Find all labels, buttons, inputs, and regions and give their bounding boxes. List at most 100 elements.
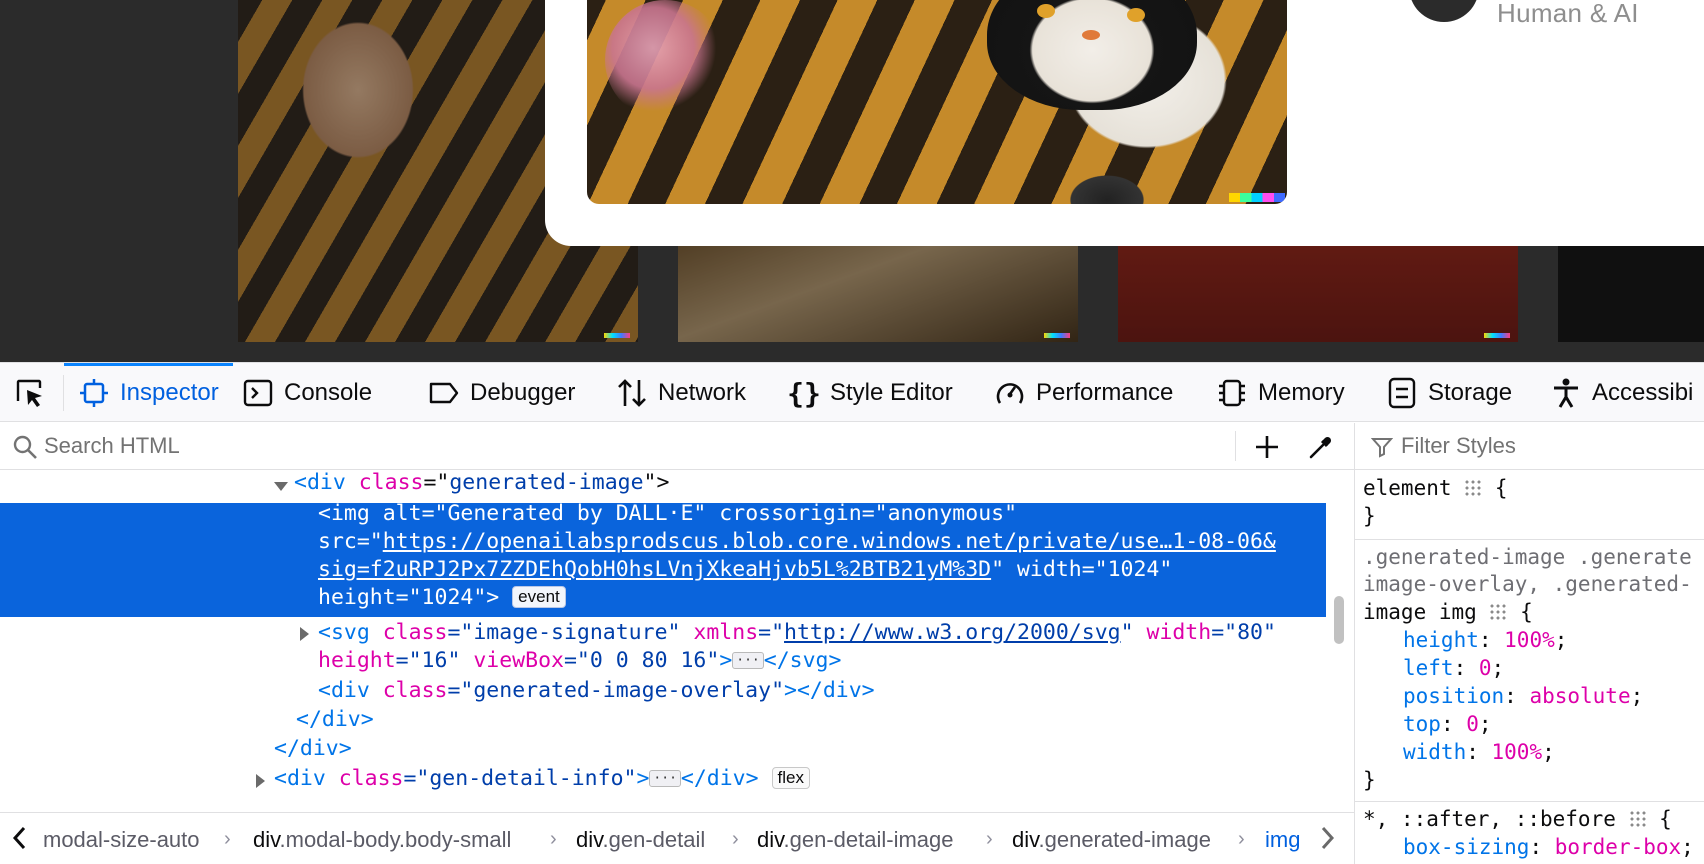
tab-memory[interactable]: Memory bbox=[1216, 363, 1345, 423]
rule-element-selector[interactable]: element { bbox=[1363, 474, 1507, 502]
tab-style-editor[interactable]: {} Style Editor bbox=[787, 363, 953, 423]
tab-label: Debugger bbox=[470, 379, 576, 406]
tab-label: Performance bbox=[1036, 379, 1174, 406]
performance-icon bbox=[994, 377, 1026, 409]
markup-tree: <div class="generated-image"> <img alt="… bbox=[0, 471, 1326, 812]
markup-node-svg[interactable]: <svg class="image-signature" xmlns="http… bbox=[318, 619, 1276, 647]
markup-closing-div[interactable]: </div> bbox=[296, 706, 374, 734]
tab-debugger[interactable]: Debugger bbox=[428, 363, 575, 423]
img-node-line-4: height="1024"> event bbox=[318, 584, 566, 612]
img-node-line-1: <img alt="Generated by DALL·E" crossorig… bbox=[318, 501, 1018, 526]
expand-toggle[interactable] bbox=[256, 774, 265, 788]
eyedropper-button[interactable] bbox=[1304, 430, 1338, 464]
plus-icon bbox=[1256, 436, 1278, 458]
accessibility-icon bbox=[1550, 377, 1582, 409]
image-detail-nose bbox=[1082, 30, 1100, 40]
search-divider bbox=[1235, 431, 1236, 461]
markup-closing-div[interactable]: </div> bbox=[274, 735, 352, 763]
image-detail-cat-face bbox=[987, 0, 1197, 110]
chevron-right-icon: › bbox=[224, 828, 231, 850]
markup-node-gen-detail-info[interactable]: <div class="gen-detail-info"> ··· </div> f… bbox=[274, 765, 810, 793]
tab-inspector[interactable]: Inspector bbox=[64, 363, 233, 423]
storage-icon bbox=[1386, 377, 1418, 409]
toolbar-divider bbox=[63, 375, 64, 411]
element-picker-button[interactable] bbox=[8, 373, 52, 413]
eyedropper-icon bbox=[1309, 436, 1332, 459]
rule-selector-line[interactable]: image-overlay, .generated- bbox=[1363, 570, 1692, 598]
rule-universal-selector[interactable]: *, ::after, ::before { bbox=[1363, 805, 1672, 833]
rule-close-brace: } bbox=[1363, 504, 1376, 528]
inspector-icon bbox=[78, 377, 110, 409]
css-declaration[interactable]: width: 100%; bbox=[1403, 738, 1555, 766]
css-declaration[interactable]: top: 0; bbox=[1403, 710, 1492, 738]
css-declaration[interactable]: position: absolute; bbox=[1403, 682, 1643, 710]
collapse-toggle[interactable] bbox=[274, 482, 288, 491]
img-src-link[interactable]: https://openailabsprodscus.blob.core.win… bbox=[383, 529, 1276, 554]
search-html-input[interactable] bbox=[44, 431, 1214, 461]
tab-label: Console bbox=[284, 379, 373, 406]
breadcrumb-item[interactable]: div.gen-detail bbox=[576, 827, 705, 853]
tab-accessibility[interactable]: Accessibi bbox=[1550, 363, 1693, 423]
breadcrumb-item[interactable]: div.modal-body.body-small bbox=[253, 827, 511, 853]
markup-node-generated-image[interactable]: <div class="generated-image"> bbox=[294, 471, 669, 497]
tab-network[interactable]: Network bbox=[616, 363, 746, 423]
markup-node-img-selected[interactable]: <img alt="Generated by DALL·E" crossorig… bbox=[0, 501, 1326, 617]
image-signature bbox=[1044, 333, 1070, 338]
markup-scrollbar-thumb[interactable] bbox=[1334, 596, 1344, 644]
chevron-right-icon: › bbox=[1238, 828, 1245, 850]
rule-close-brace: } bbox=[1363, 768, 1376, 792]
breadcrumb: modal-size-auto › div.modal-body.body-sm… bbox=[0, 812, 1354, 864]
rules-filter-bar bbox=[1355, 423, 1704, 470]
generated-image[interactable] bbox=[587, 0, 1287, 204]
chevron-right-icon bbox=[1321, 826, 1335, 850]
css-declaration[interactable]: left: 0; bbox=[1403, 654, 1504, 682]
tab-storage[interactable]: Storage bbox=[1386, 363, 1512, 423]
breadcrumb-scroll-left[interactable] bbox=[8, 826, 30, 850]
breadcrumb-item-current[interactable]: img bbox=[1265, 827, 1300, 853]
markup-node-overlay[interactable]: <div class="generated-image-overlay"></d… bbox=[318, 677, 875, 705]
chevron-right-icon: › bbox=[986, 828, 993, 850]
css-declaration[interactable]: box-sizing: border-box; bbox=[1403, 833, 1694, 861]
debugger-icon bbox=[428, 377, 460, 409]
event-badge[interactable]: event bbox=[512, 586, 566, 608]
filter-styles-input[interactable] bbox=[1401, 431, 1691, 461]
image-detail-eye bbox=[1037, 4, 1055, 18]
tab-label: Network bbox=[658, 379, 747, 406]
web-page-viewport: Human & AI bbox=[0, 0, 1704, 362]
markup-node-svg-cont[interactable]: height="16" viewBox="0 0 80 16"> ··· </svg… bbox=[318, 647, 841, 675]
grid-icon bbox=[1464, 479, 1483, 497]
rule-divider bbox=[1355, 539, 1704, 540]
img-node-line-3: sig=f2uRPJ2Px7ZZDEhQobH0hsLVnjXkeaHjvb5L… bbox=[318, 557, 1173, 582]
tab-label: Memory bbox=[1258, 379, 1345, 406]
breadcrumb-item[interactable]: div.generated-image bbox=[1012, 827, 1211, 853]
breadcrumb-item[interactable]: modal-size-auto bbox=[43, 827, 200, 853]
css-declaration[interactable]: height: 100%; bbox=[1403, 626, 1567, 654]
rule-selector-line[interactable]: .generated-image .generate bbox=[1363, 543, 1692, 571]
grid-icon bbox=[1489, 603, 1508, 621]
image-detail-flowers bbox=[605, 0, 725, 120]
chevron-right-icon: › bbox=[732, 828, 739, 850]
image-detail-modal: Human & AI bbox=[545, 0, 1704, 246]
collapsed-content-button[interactable]: ··· bbox=[649, 770, 681, 787]
search-icon bbox=[12, 434, 38, 465]
add-node-button[interactable] bbox=[1250, 430, 1284, 464]
tab-label: Inspector bbox=[120, 379, 219, 406]
breadcrumb-scroll-right[interactable] bbox=[1317, 826, 1339, 850]
avatar[interactable] bbox=[1409, 0, 1479, 22]
filter-icon bbox=[1370, 436, 1394, 463]
console-icon bbox=[242, 377, 274, 409]
flex-badge[interactable]: flex bbox=[771, 767, 810, 789]
collapsed-content-button[interactable]: ··· bbox=[732, 652, 764, 669]
img-src-link-cont[interactable]: sig=f2uRPJ2Px7ZZDEhQobH0hsLVnjXkeaHjvb5L… bbox=[318, 557, 991, 582]
tab-console[interactable]: Console bbox=[242, 363, 372, 423]
tab-performance[interactable]: Performance bbox=[994, 363, 1173, 423]
rule-divider bbox=[1355, 801, 1704, 802]
grid-icon bbox=[1628, 810, 1647, 828]
breadcrumb-item[interactable]: div.gen-detail-image bbox=[757, 827, 953, 853]
image-signature bbox=[604, 333, 630, 338]
expand-toggle[interactable] bbox=[300, 627, 309, 641]
rule-selector-line[interactable]: image img { bbox=[1363, 598, 1533, 626]
css-rules-panel: element { } .generated-image .generate i… bbox=[1355, 471, 1704, 864]
img-node-line-2: src="https://openailabsprodscus.blob.cor… bbox=[318, 529, 1276, 554]
element-picker-icon bbox=[16, 379, 42, 407]
